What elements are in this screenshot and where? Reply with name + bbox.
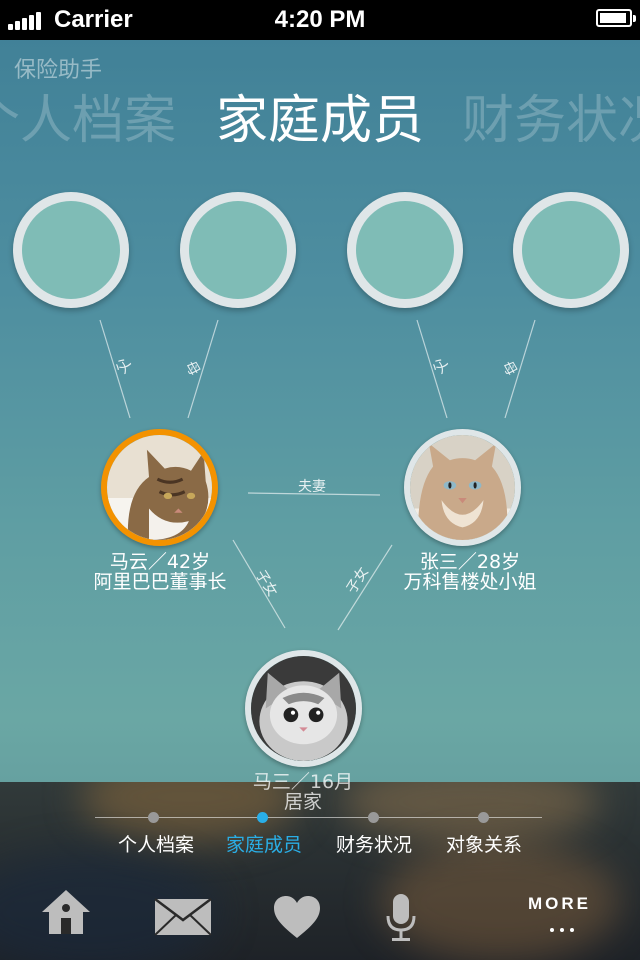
member-avatar-zhang-san[interactable]: [404, 429, 521, 546]
member-title: 阿里巴巴董事长: [93, 571, 227, 593]
member-avatar-ma-yun[interactable]: [101, 429, 218, 546]
header-tab-strip: 个人档案 家庭成员 财务状况: [0, 78, 640, 151]
nav-item-family-members[interactable]: 家庭成员: [226, 830, 302, 857]
timeline-dot-1[interactable]: [148, 812, 159, 823]
member-caption-zhang-san: 张三／28岁 万科售楼处小姐: [370, 552, 570, 592]
cat-photo: [107, 435, 212, 540]
clock: 4:20 PM: [274, 6, 366, 33]
battery-icon: [596, 9, 636, 27]
heart-icon[interactable]: [272, 894, 322, 940]
nav-item-personal-profile[interactable]: 个人档案: [118, 830, 194, 857]
relation-label-child-right: 子女: [343, 564, 373, 597]
relation-label-father-right: 父: [430, 356, 452, 377]
timeline-track: [95, 817, 542, 818]
mail-icon[interactable]: [154, 898, 212, 936]
add-father-left-button[interactable]: [13, 192, 129, 308]
relation-label-father-left: 父: [113, 356, 135, 377]
member-name-age: 张三／28岁: [419, 551, 521, 573]
member-caption-ma-yun: 马云／42岁 阿里巴巴董事长: [60, 552, 260, 592]
relation-label-mother-left: 母: [181, 358, 203, 379]
more-button[interactable]: MORE: [528, 894, 591, 914]
relation-label-mother-right: 母: [498, 358, 520, 379]
add-mother-right-button[interactable]: [513, 192, 629, 308]
add-father-right-button[interactable]: [347, 192, 463, 308]
header-tab-next[interactable]: 财务状况: [462, 78, 640, 153]
member-title: 万科售楼处小姐: [403, 571, 537, 593]
timeline-dot-3[interactable]: [368, 812, 379, 823]
nav-item-relationships[interactable]: 对象关系: [446, 830, 522, 857]
member-avatar-ma-san[interactable]: [245, 650, 362, 767]
home-icon[interactable]: [38, 886, 94, 936]
add-mother-left-button[interactable]: [180, 192, 296, 308]
status-bar: Carrier 4:20 PM: [0, 0, 640, 40]
relation-label-spouse: 夫妻: [298, 479, 326, 495]
kitten-photo: [251, 656, 356, 761]
more-dots-icon[interactable]: [550, 928, 580, 934]
timeline-dot-4[interactable]: [478, 812, 489, 823]
bottom-nav: 个人档案 家庭成员 财务状况 对象关系 MORE: [0, 782, 640, 960]
member-name-age: 马云／42岁: [109, 551, 211, 573]
timeline-dot-2-active[interactable]: [257, 812, 268, 823]
cat-photo: [410, 435, 515, 540]
microphone-icon[interactable]: [384, 892, 418, 944]
nav-item-financial-status[interactable]: 财务状况: [336, 830, 412, 857]
